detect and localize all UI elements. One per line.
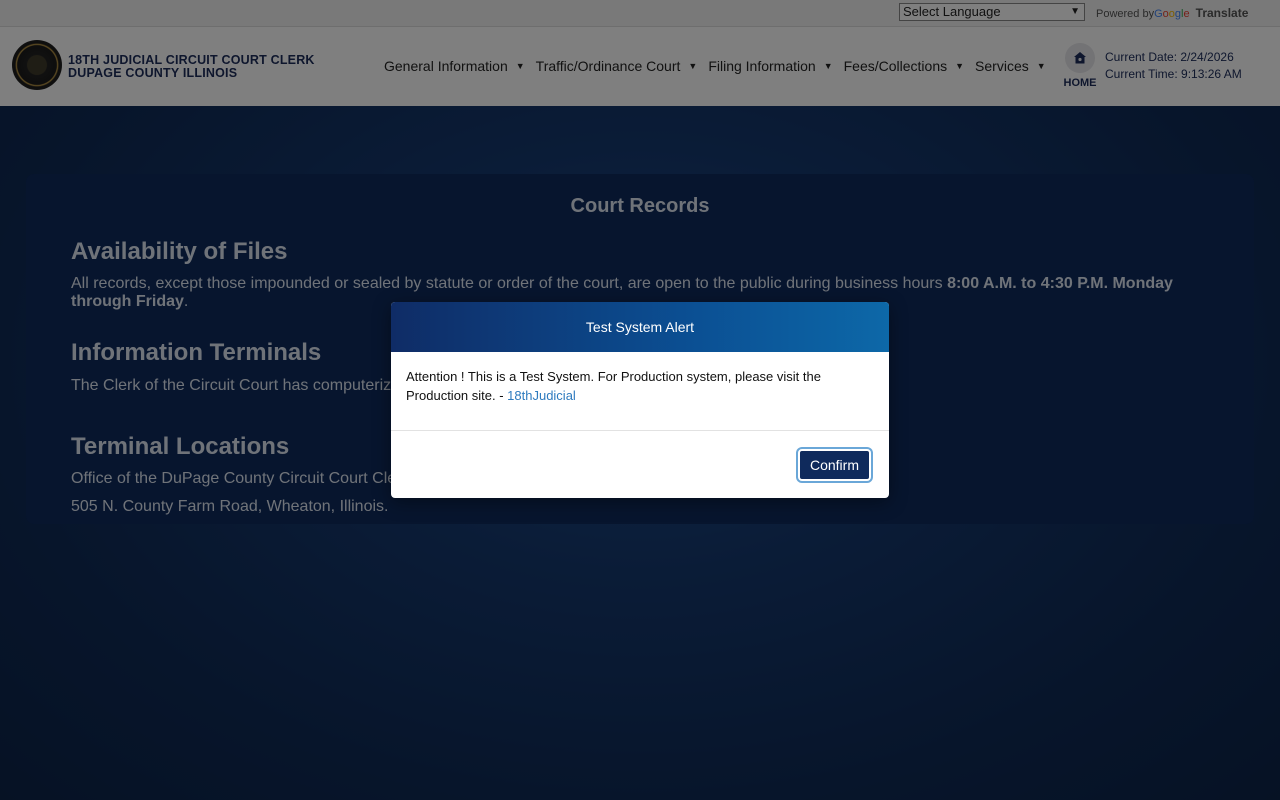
production-site-link[interactable]: 18thJudicial xyxy=(507,388,576,403)
dialog-divider xyxy=(391,430,889,431)
dialog-title: Test System Alert xyxy=(391,302,889,352)
confirm-button[interactable]: Confirm xyxy=(798,449,871,481)
dialog-message: Attention ! This is a Test System. For P… xyxy=(391,352,889,415)
test-system-alert-dialog: Test System Alert Attention ! This is a … xyxy=(391,302,889,498)
dialog-message-text: Attention ! This is a Test System. For P… xyxy=(406,369,821,403)
